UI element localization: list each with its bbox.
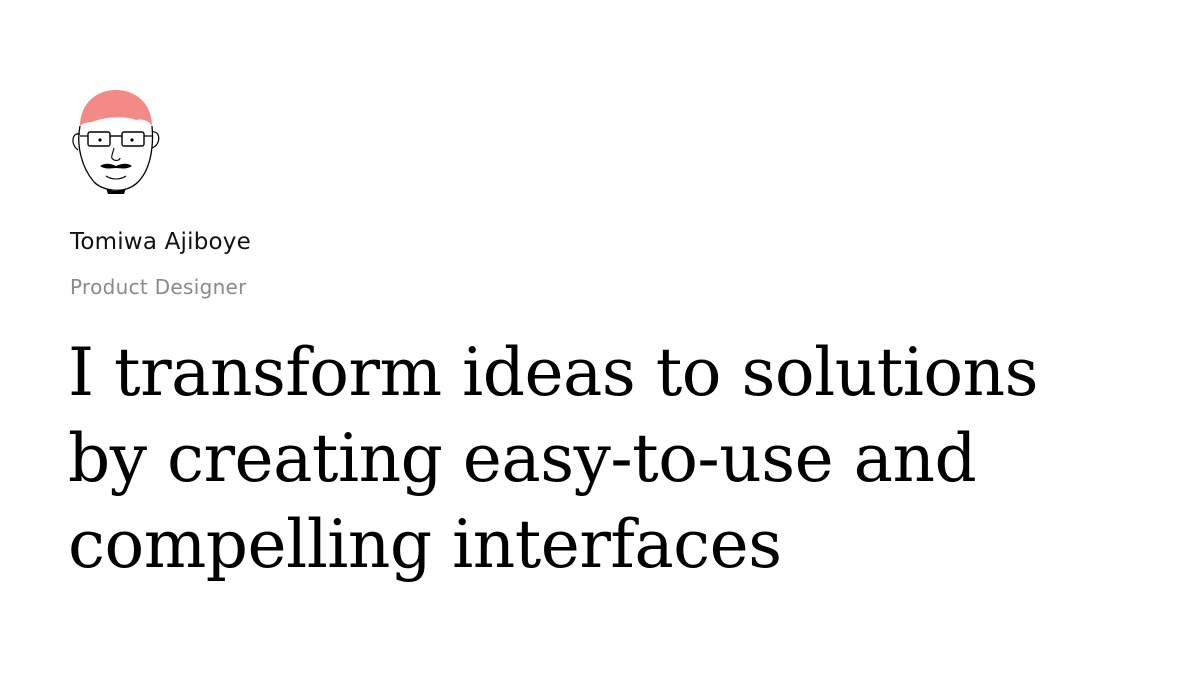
avatar	[66, 86, 162, 198]
hero-line: compelling interfaces	[68, 506, 782, 583]
hero-line: I transform ideas to solutions	[68, 334, 1038, 411]
profile-role: Product Designer	[70, 275, 247, 299]
hero-line: by creating easy-to-use and	[68, 420, 977, 497]
profile-name: Tomiwa Ajiboye	[70, 229, 251, 255]
portrait-sketch-icon	[72, 90, 160, 194]
hero-headline: I transform ideas to solutions by creati…	[68, 330, 1168, 588]
landing-page: Tomiwa Ajiboye Product Designer I transf…	[0, 0, 1200, 675]
